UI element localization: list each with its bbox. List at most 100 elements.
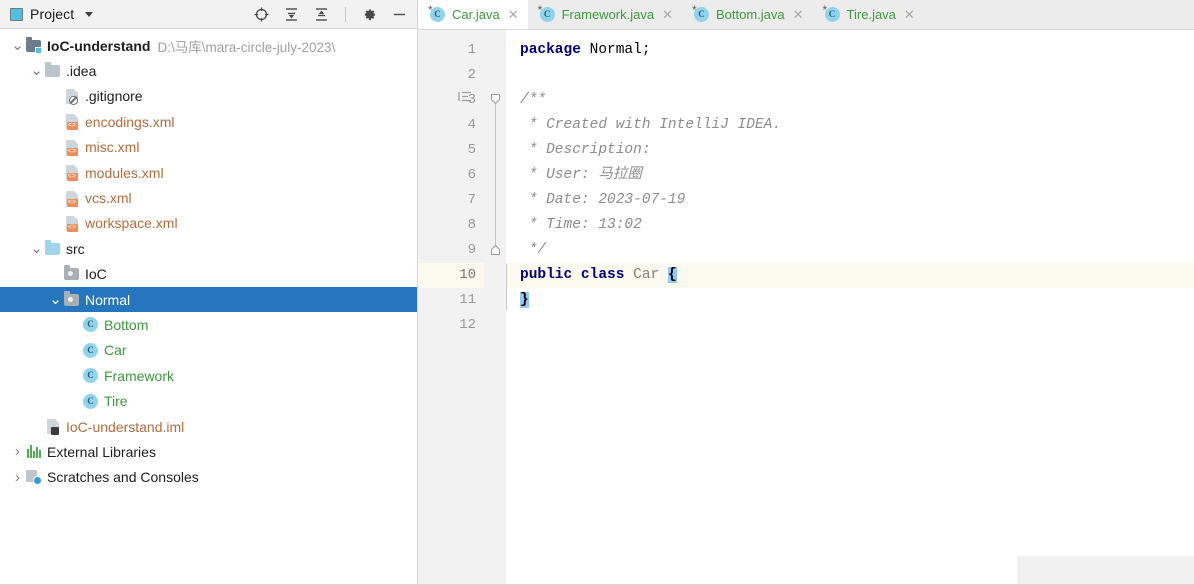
close-icon[interactable]: ✕ [508,8,519,21]
java-class-icon: * C [692,4,710,23]
tree-item-label: encodings.xml [85,113,175,130]
xml-file-icon: <> [63,190,80,207]
code-line: */ [520,238,546,263]
hide-panel-icon[interactable] [391,6,408,23]
close-icon[interactable]: ✕ [904,8,915,21]
tree-item-gitignore[interactable]: .gitignore [0,84,418,109]
tree-item-ioc[interactable]: IoC [0,262,418,287]
editor-tab-bar[interactable]: * C Car.java ✕ * C Framework.java ✕ * C Bottom.jav… [418,0,1194,30]
tree-item-ioc-understand-iml[interactable]: IoC-understand.iml [0,414,418,439]
settings-gear-icon[interactable] [361,6,378,23]
close-icon[interactable]: ✕ [793,8,804,21]
line-number: 11 [459,292,476,308]
fold-region-line [495,102,496,248]
tree-item-scratches-and-consoles[interactable]: › Scratches and Consoles [0,465,418,490]
tree-item-vcs-xml[interactable]: <> vcs.xml [0,185,418,210]
project-tree[interactable]: ⌄ IoC-understand D:\马库\mara-circle-july-20… [0,29,418,585]
tree-item-label: Car [104,342,127,359]
editor-tab-label: Bottom.java [715,7,785,22]
editor-body[interactable]: 1 2 3 4 5 6 7 8 9 10 11 12 package Normal;/** * Cre… [418,30,1194,585]
tree-item-misc-xml[interactable]: <> misc.xml [0,135,418,160]
ide-window: Project ⌄ IoC-understand D:\马库\mara-circ… [0,0,1194,585]
xml-file-icon: <> [63,114,80,131]
code-token: * Created with IntelliJ IDEA. [520,117,782,133]
line-number: 1 [467,42,476,58]
modified-marker-icon: * [822,2,828,17]
java-class-icon: * C [822,2,841,23]
java-class-icon: C [82,393,99,409]
code-line: } [520,288,529,313]
line-number: 10 [459,267,476,283]
code-token: package [520,42,590,58]
tree-item-normal[interactable]: ⌄ Normal [0,286,418,313]
close-icon[interactable]: ✕ [662,8,673,21]
fold-end-icon[interactable] [489,244,502,257]
code-editor[interactable]: package Normal; /** * Created with Intell… [506,30,1194,585]
tree-item-modules-xml[interactable]: <> modules.xml [0,160,418,185]
code-folding-strip[interactable] [484,30,506,585]
code-line: * Created with IntelliJ IDEA. [520,113,781,138]
editor-tab-car-java[interactable]: * C Car.java ✕ [418,0,528,29]
code-token: public class [520,267,634,283]
editor-gutter[interactable]: 1 2 3 4 5 6 7 8 9 10 11 12 [418,30,484,585]
tree-item-label: .idea [66,63,97,80]
code-token: } [520,292,529,308]
tree-item-ioc-understand[interactable]: ⌄ IoC-understand D:\马库\mara-circle-july-20… [0,33,418,58]
javadoc-gutter-icon[interactable] [458,88,473,113]
tree-item-label: Bottom [104,316,149,333]
editor-tab-framework-java[interactable]: * C Framework.java ✕ [528,0,682,29]
project-panel-title: Project [30,6,75,22]
line-number: 4 [467,117,476,133]
chevron-down-icon[interactable]: ⌄ [29,63,44,78]
code-token: * Time: 13:02 [520,217,642,233]
code-line: package Normal; [520,38,651,63]
tree-item-idea[interactable]: ⌄ .idea [0,58,418,83]
code-line: public class Car { [520,263,677,288]
tree-item-bottom[interactable]: C Bottom [0,312,418,337]
line-number: 8 [467,217,476,233]
scratches-icon [25,469,42,486]
code-token: * Description: [520,142,651,158]
editor-area: * C Car.java ✕ * C Framework.java ✕ * C Bottom.jav… [418,0,1194,585]
tree-item-external-libraries[interactable]: › External Libraries [0,439,418,464]
xml-file-icon: <> [63,215,80,232]
tree-item-label: Normal [85,291,131,308]
indent-guide [506,264,507,310]
code-token: Car [633,267,668,283]
tree-item-label: IoC-understand.iml [66,418,185,435]
line-number: 12 [459,317,476,333]
project-panel-header: Project [0,0,418,29]
fold-collapse-icon[interactable] [489,93,502,106]
collapse-all-icon[interactable] [313,6,330,23]
tree-item-src[interactable]: ⌄ src [0,236,418,261]
chevron-right-icon[interactable]: › [10,469,25,486]
editor-tab-tire-java[interactable]: * C Tire.java ✕ [813,0,924,29]
xml-file-icon: <> [63,139,80,156]
editor-tab-bottom-java[interactable]: * C Bottom.java ✕ [682,0,813,29]
line-number: 2 [467,67,476,83]
select-opened-file-icon[interactable] [253,6,270,23]
expand-all-icon[interactable] [283,6,300,23]
package-icon [63,290,80,308]
chevron-right-icon[interactable]: › [10,443,25,460]
tree-item-framework[interactable]: C Framework [0,363,418,388]
tree-item-tire[interactable]: C Tire [0,388,418,413]
tree-item-car[interactable]: C Car [0,338,418,363]
chevron-down-icon[interactable] [85,11,94,17]
chevron-down-icon[interactable]: ⌄ [48,292,63,307]
editor-tab-label: Car.java [452,7,500,22]
tree-item-label: IoC-understand [47,37,151,54]
java-class-icon: C [82,368,99,384]
tree-item-workspace-xml[interactable]: <> workspace.xml [0,211,418,236]
chevron-down-icon[interactable]: ⌄ [10,38,25,53]
project-panel-title-group[interactable]: Project [10,6,94,22]
modified-marker-icon: * [428,2,433,17]
project-panel-actions [253,6,410,23]
line-number: 9 [467,242,476,258]
java-class-icon: C [82,317,99,333]
editor-tab-label: Framework.java [561,7,655,22]
line-number: 7 [467,192,476,208]
chevron-down-icon[interactable]: ⌄ [29,241,44,256]
tree-item-encodings-xml[interactable]: <> encodings.xml [0,109,418,134]
code-token: Normal; [589,42,651,58]
